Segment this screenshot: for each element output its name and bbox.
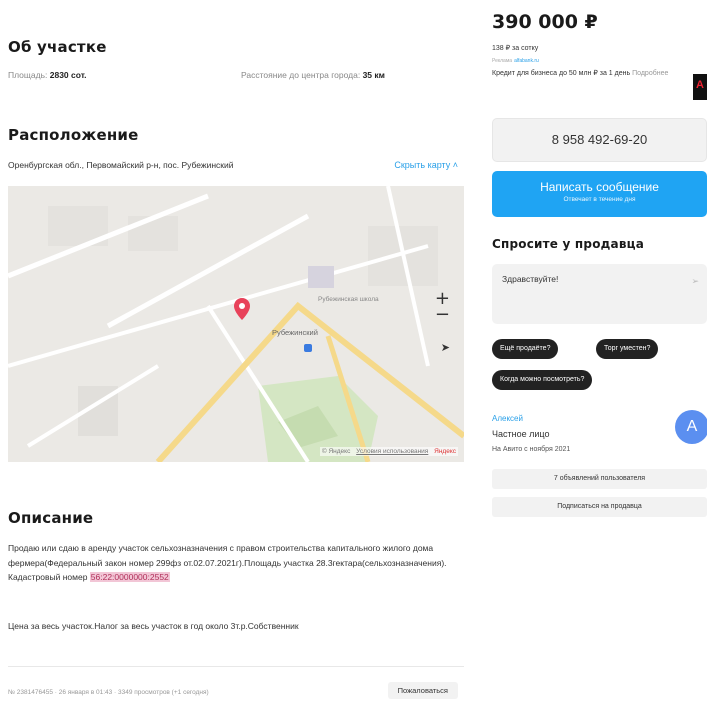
message-button[interactable]: Написать сообщение Отвечает в течение дн… [492, 171, 707, 217]
message-button-label: Написать сообщение [540, 180, 659, 194]
ad-more-link[interactable]: Подробнее [632, 70, 668, 77]
ask-seller-title: Спросите у продавца [492, 237, 645, 251]
about-row: Площадь: 2830 сот. Расстояние до центра … [8, 70, 464, 80]
phone-button[interactable]: 8 958 492-69-20 [492, 118, 707, 162]
price: 390 000 ₽ [492, 11, 598, 33]
distance-label: Расстояние до центра города: [241, 70, 361, 80]
ad-text[interactable]: Кредит для бизнеса до 50 млн ₽ за 1 день… [492, 69, 672, 78]
map-canvas [8, 186, 464, 462]
price-per-sotka: 138 ₽ за сотку [492, 45, 539, 52]
cadastral-number[interactable]: 56:22:0000000:2552 [89, 572, 170, 582]
description-body: Продаю или сдаю в аренду участок сельхоз… [8, 543, 447, 582]
seller-name-link[interactable]: Алексей [492, 414, 523, 423]
hide-map-link[interactable]: Скрыть карту ˄ [394, 160, 458, 170]
subscribe-button[interactable]: Подписаться на продавца [492, 497, 707, 517]
map-label-village: Рубежинский [272, 328, 318, 337]
alfa-logo-icon[interactable]: А [693, 74, 707, 100]
divider [8, 666, 464, 667]
ask-seller-text: Здравствуйте! [502, 274, 559, 284]
seller-type: Частное лицо [492, 429, 550, 439]
quick-question-still-selling[interactable]: Ещё продаёте? [492, 339, 559, 359]
avatar[interactable]: A [675, 410, 707, 444]
send-icon[interactable]: ➢ [691, 276, 699, 287]
map-copyright: © Яндекс [321, 448, 351, 455]
map-footer: © Яндекс Условия использования Яндекс [319, 447, 458, 456]
zoom-out-button[interactable]: − [435, 304, 450, 325]
user-ads-button[interactable]: 7 объявлений пользователя [492, 469, 707, 489]
yandex-logo[interactable]: Яндекс [434, 448, 456, 455]
report-button[interactable]: Пожаловаться [387, 682, 458, 699]
quick-question-viewing[interactable]: Когда можно посмотреть? [492, 370, 593, 390]
location-title: Расположение [8, 126, 139, 144]
map-terms-link[interactable]: Условия использования [356, 448, 428, 455]
location-address: Оренбургская обл., Первомайский р-н, пос… [8, 160, 234, 170]
description-title: Описание [8, 509, 94, 527]
description-text: Продаю или сдаю в аренду участок сельхоз… [8, 541, 464, 585]
quick-question-bargain[interactable]: Торг уместен? [596, 339, 659, 359]
message-button-sub: Отвечает в течение дня [563, 196, 636, 203]
description-text-2: Цена за весь участок.Налог за весь участ… [8, 621, 299, 631]
ad-text-body: Кредит для бизнеса до 50 млн ₽ за 1 день [492, 70, 631, 77]
distance: Расстояние до центра города: 35 км [241, 70, 385, 80]
seller-since: На Авито с ноября 2021 [492, 446, 571, 453]
map[interactable]: Рубежинская школа Рубежинский + − ➤ © Ян… [8, 186, 464, 462]
about-title: Об участке [8, 38, 107, 56]
map-label-school: Рубежинская школа [318, 296, 379, 303]
ad-label-text: Реклама [492, 58, 513, 64]
ad-source[interactable]: alfabank.ru [514, 58, 539, 64]
ad-label: Реклама alfabank.ru [492, 58, 539, 64]
locate-icon[interactable]: ➤ [441, 341, 450, 354]
area-label: Площадь: [8, 70, 48, 80]
ask-seller-input[interactable]: Здравствуйте! ➢ [492, 264, 707, 324]
distance-value: 35 км [362, 70, 385, 80]
listing-meta: № 2381476455 · 26 января в 01:43 · 3349 … [8, 689, 209, 696]
area-value: 2830 сот. [49, 70, 87, 80]
